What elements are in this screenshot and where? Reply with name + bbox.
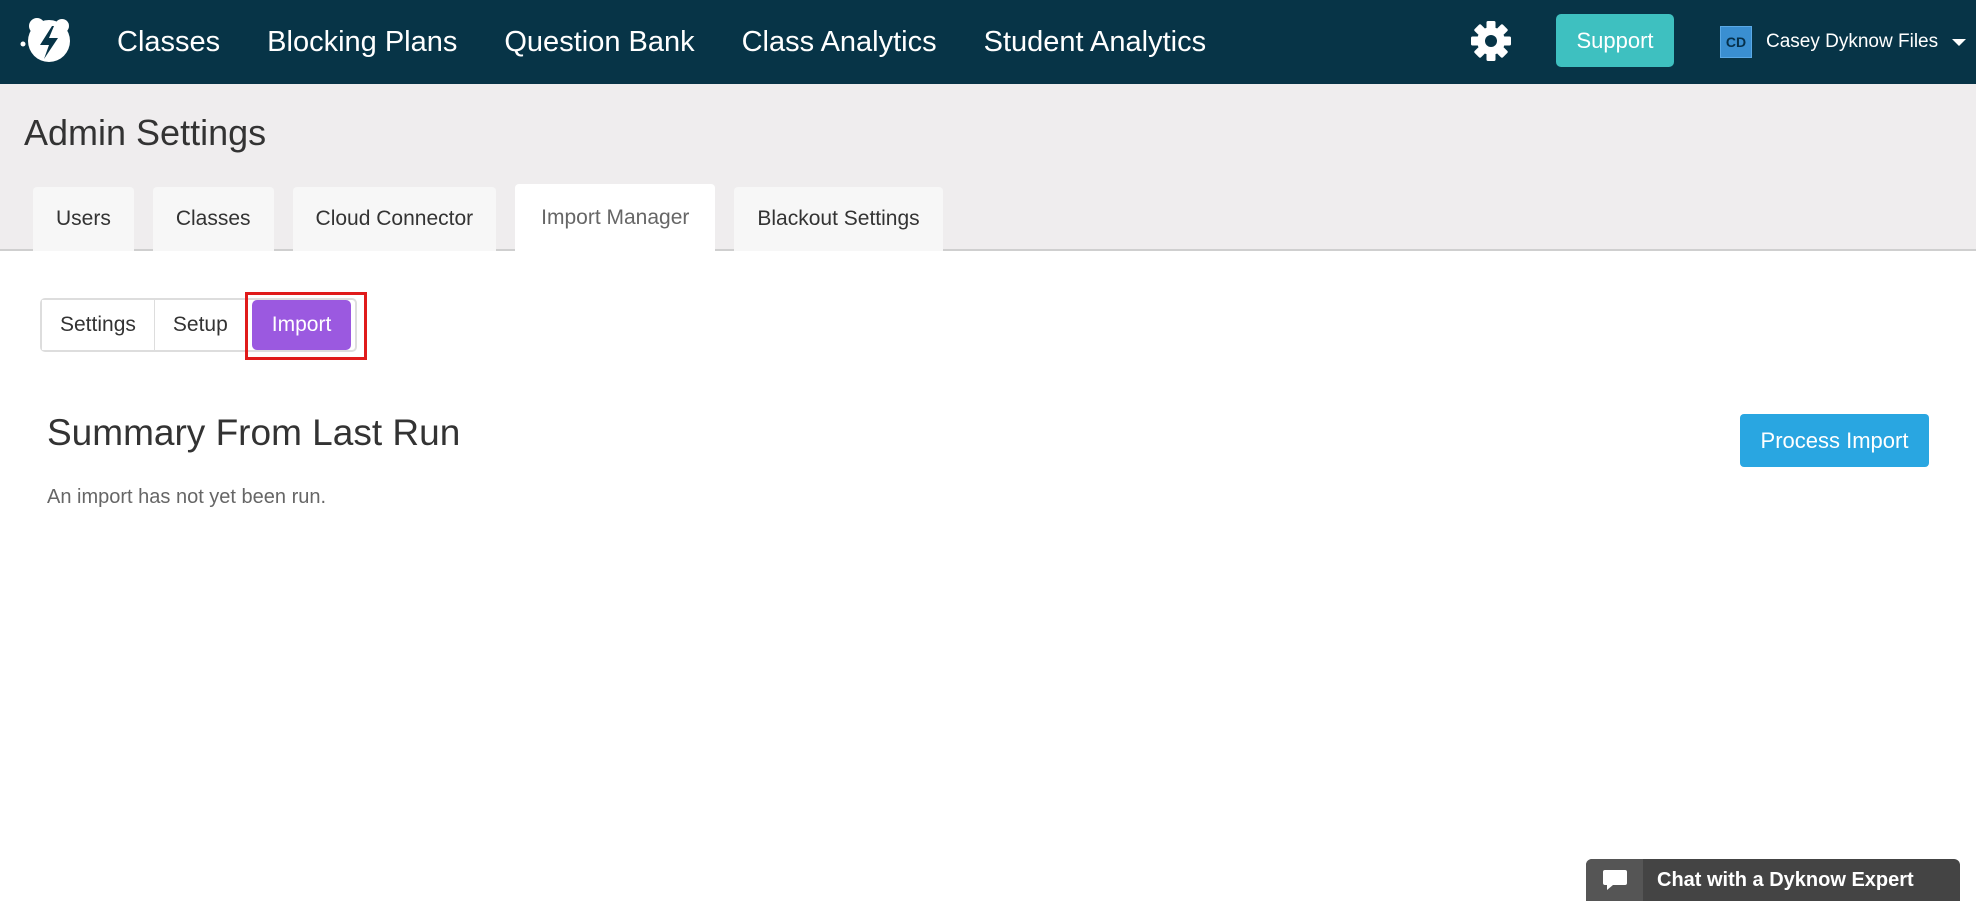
top-navigation-bar: Classes Blocking Plans Question Bank Cla… [0, 0, 1976, 84]
import-manager-subtabs: Settings Setup Import [40, 298, 358, 352]
chevron-down-icon [1952, 38, 1967, 46]
dyknow-logo-icon[interactable] [18, 14, 76, 70]
subtab-settings[interactable]: Settings [42, 300, 154, 350]
tab-import-manager[interactable]: Import Manager [515, 184, 716, 251]
user-name: Casey Dyknow Files [1766, 31, 1939, 52]
user-menu[interactable]: CD Casey Dyknow Files [1720, 26, 1967, 58]
chat-widget[interactable]: Chat with a Dyknow Expert [1586, 859, 1960, 901]
nav-link-classes[interactable]: Classes [117, 26, 220, 59]
chat-icon-container [1586, 859, 1643, 901]
nav-link-question-bank[interactable]: Question Bank [504, 26, 694, 59]
subtab-setup[interactable]: Setup [153, 300, 246, 350]
support-button[interactable]: Support [1556, 14, 1674, 67]
main-nav-links: Classes Blocking Plans Question Bank Cla… [117, 0, 1253, 84]
avatar: CD [1720, 26, 1752, 58]
nav-link-class-analytics[interactable]: Class Analytics [742, 26, 937, 59]
admin-settings-header: Admin Settings Users Classes Cloud Conne… [0, 84, 1976, 251]
process-import-button[interactable]: Process Import [1740, 414, 1929, 467]
subtab-import[interactable]: Import [251, 300, 352, 350]
summary-title: Summary From Last Run [47, 412, 461, 453]
summary-status-text: An import has not yet been run. [47, 486, 327, 508]
page-title: Admin Settings [24, 112, 267, 153]
tab-users[interactable]: Users [33, 187, 134, 251]
tab-cloud-connector[interactable]: Cloud Connector [292, 187, 497, 251]
admin-tabs: Users Classes Cloud Connector Import Man… [33, 184, 962, 251]
gear-icon[interactable] [1470, 20, 1512, 62]
chat-bubble-icon [1602, 870, 1627, 890]
chat-label: Chat with a Dyknow Expert [1657, 868, 1914, 891]
tab-classes[interactable]: Classes [152, 187, 274, 251]
tab-blackout-settings[interactable]: Blackout Settings [734, 187, 943, 251]
nav-link-blocking-plans[interactable]: Blocking Plans [267, 26, 457, 59]
nav-link-student-analytics[interactable]: Student Analytics [984, 26, 1206, 59]
